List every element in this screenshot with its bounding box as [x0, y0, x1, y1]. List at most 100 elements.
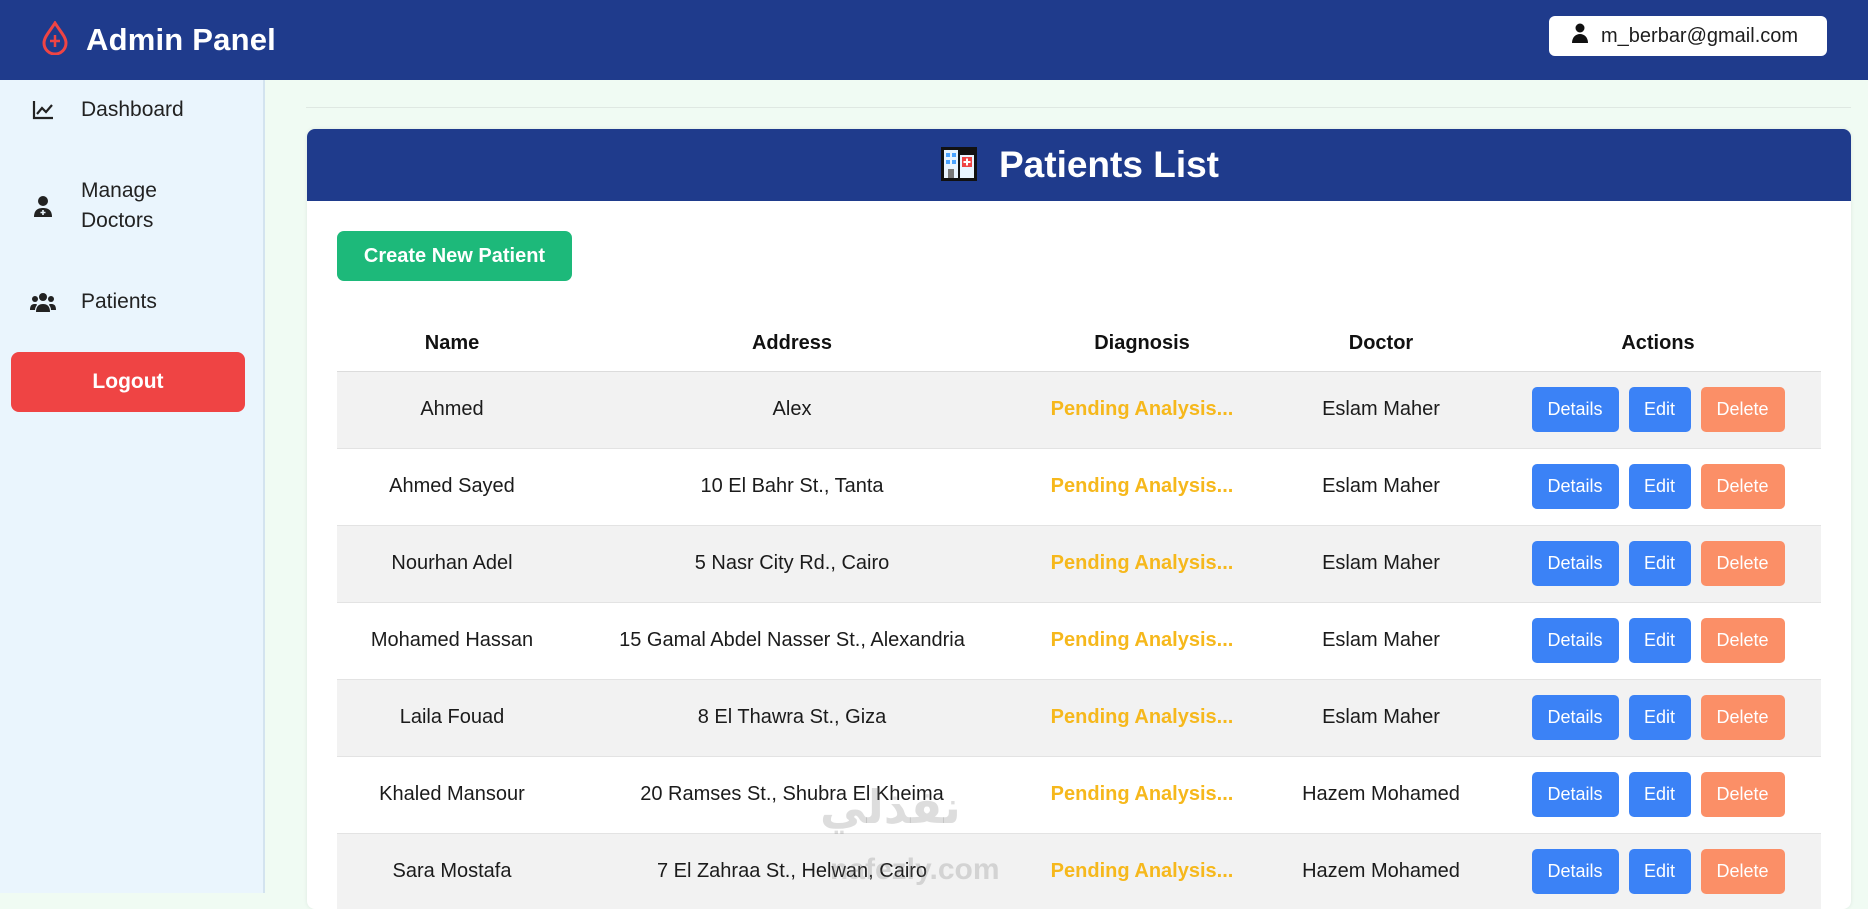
cell-address: 8 El Thawra St., Giza: [567, 679, 1017, 757]
watermark-url: nafezly.com: [830, 853, 1000, 886]
column-header-address: Address: [567, 317, 1017, 372]
user-doctor-icon: [30, 195, 56, 217]
brand[interactable]: Admin Panel: [40, 19, 276, 60]
cell-name: Ahmed: [337, 371, 567, 449]
details-button[interactable]: Details: [1531, 849, 1619, 894]
cell-actions: Details Edit Delete: [1495, 833, 1821, 909]
sidebar-item-label: Manage Doctors: [81, 179, 157, 232]
cell-actions: Details Edit Delete: [1495, 756, 1821, 834]
delete-button[interactable]: Delete: [1700, 849, 1785, 894]
table-row: Laila Fouad 8 El Thawra St., Giza Pendin…: [337, 679, 1821, 757]
row-actions: Details Edit Delete: [1495, 618, 1821, 663]
cell-address: 15 Gamal Abdel Nasser St., Alexandria: [567, 602, 1017, 680]
column-header-name: Name: [337, 317, 567, 372]
details-button[interactable]: Details: [1531, 541, 1619, 586]
users-icon: [30, 292, 56, 312]
sidebar-item-patients[interactable]: Patients: [0, 287, 263, 317]
user-icon: [1571, 23, 1601, 49]
cell-diagnosis: Pending Analysis...: [1017, 833, 1267, 909]
edit-button[interactable]: Edit: [1628, 464, 1691, 509]
blood-drop-icon: [40, 19, 70, 60]
cell-diagnosis: Pending Analysis...: [1017, 371, 1267, 449]
table-row: Ahmed Sayed 10 El Bahr St., Tanta Pendin…: [337, 448, 1821, 526]
column-header-doctor: Doctor: [1267, 317, 1495, 372]
cell-actions: Details Edit Delete: [1495, 448, 1821, 526]
cell-diagnosis: Pending Analysis...: [1017, 756, 1267, 834]
cell-actions: Details Edit Delete: [1495, 679, 1821, 757]
user-email: m_berbar@gmail.com: [1601, 24, 1799, 47]
cell-doctor: Hazem Mohamed: [1267, 756, 1495, 834]
cell-name: Khaled Mansour: [337, 756, 567, 834]
hospital-icon: [939, 143, 999, 188]
cell-address: 5 Nasr City Rd., Cairo: [567, 525, 1017, 603]
column-header-actions: Actions: [1495, 317, 1821, 372]
sidebar: Dashboard Manage Doctors Patients Logout: [0, 80, 265, 893]
details-button[interactable]: Details: [1531, 772, 1619, 817]
cell-address: 20 Ramses St., Shubra El Kheima: [567, 756, 1017, 834]
details-button[interactable]: Details: [1531, 464, 1619, 509]
delete-button[interactable]: Delete: [1700, 541, 1785, 586]
page-title: Patients List: [999, 144, 1219, 185]
cell-doctor: Eslam Maher: [1267, 525, 1495, 603]
create-patient-button[interactable]: Create New Patient: [337, 231, 572, 281]
table-row: Mohamed Hassan 15 Gamal Abdel Nasser St.…: [337, 602, 1821, 680]
row-actions: Details Edit Delete: [1495, 541, 1821, 586]
table-row: Khaled Mansour 20 Ramses St., Shubra El …: [337, 756, 1821, 834]
sidebar-item-dashboard[interactable]: Dashboard: [0, 95, 263, 125]
chart-line-icon: [30, 100, 56, 120]
top-bar: Admin Panel m_berbar@gmail.com: [0, 0, 1868, 80]
row-actions: Details Edit Delete: [1495, 772, 1821, 817]
cell-name: Sara Mostafa: [337, 833, 567, 909]
edit-button[interactable]: Edit: [1628, 849, 1691, 894]
cell-name: Nourhan Adel: [337, 525, 567, 603]
delete-button[interactable]: Delete: [1700, 695, 1785, 740]
cell-actions: Details Edit Delete: [1495, 525, 1821, 603]
edit-button[interactable]: Edit: [1628, 772, 1691, 817]
column-header-diagnosis: Diagnosis: [1017, 317, 1267, 372]
delete-button[interactable]: Delete: [1700, 464, 1785, 509]
cell-name: Mohamed Hassan: [337, 602, 567, 680]
details-button[interactable]: Details: [1531, 695, 1619, 740]
cell-name: Laila Fouad: [337, 679, 567, 757]
cell-doctor: Eslam Maher: [1267, 371, 1495, 449]
cell-doctor: Hazem Mohamed: [1267, 833, 1495, 909]
cell-doctor: Eslam Maher: [1267, 602, 1495, 680]
delete-button[interactable]: Delete: [1700, 387, 1785, 432]
brand-title: Admin Panel: [86, 22, 276, 57]
row-actions: Details Edit Delete: [1495, 695, 1821, 740]
logout-button[interactable]: Logout: [11, 352, 245, 412]
cell-diagnosis: Pending Analysis...: [1017, 679, 1267, 757]
patients-card: Patients List Create New Patient Name Ad…: [307, 129, 1851, 909]
patients-table: Name Address Diagnosis Doctor Actions Ah…: [337, 317, 1821, 909]
cell-doctor: Eslam Maher: [1267, 679, 1495, 757]
table-row: Sara Mostafa 7 El Zahraa St., Helwan, Ca…: [337, 833, 1821, 909]
cell-doctor: Eslam Maher: [1267, 448, 1495, 526]
sidebar-item-label: Dashboard: [81, 98, 184, 121]
row-actions: Details Edit Delete: [1495, 464, 1821, 509]
divider: [306, 107, 1851, 108]
cell-address: 10 El Bahr St., Tanta: [567, 448, 1017, 526]
edit-button[interactable]: Edit: [1628, 541, 1691, 586]
table-row: Ahmed Alex Pending Analysis... Eslam Mah…: [337, 371, 1821, 449]
edit-button[interactable]: Edit: [1628, 618, 1691, 663]
edit-button[interactable]: Edit: [1628, 695, 1691, 740]
delete-button[interactable]: Delete: [1700, 618, 1785, 663]
cell-diagnosis: Pending Analysis...: [1017, 602, 1267, 680]
user-menu[interactable]: m_berbar@gmail.com: [1549, 16, 1827, 56]
sidebar-item-manage-doctors[interactable]: Manage Doctors: [0, 176, 263, 236]
row-actions: Details Edit Delete: [1495, 387, 1821, 432]
cell-actions: Details Edit Delete: [1495, 371, 1821, 449]
cell-diagnosis: Pending Analysis...: [1017, 525, 1267, 603]
cell-diagnosis: Pending Analysis...: [1017, 448, 1267, 526]
table-header-row: Name Address Diagnosis Doctor Actions: [337, 317, 1821, 372]
cell-actions: Details Edit Delete: [1495, 602, 1821, 680]
card-header: Patients List: [307, 129, 1851, 201]
delete-button[interactable]: Delete: [1700, 772, 1785, 817]
details-button[interactable]: Details: [1531, 387, 1619, 432]
details-button[interactable]: Details: [1531, 618, 1619, 663]
cell-address: Alex: [567, 371, 1017, 449]
cell-name: Ahmed Sayed: [337, 448, 567, 526]
row-actions: Details Edit Delete: [1495, 849, 1821, 894]
sidebar-item-label: Patients: [81, 290, 157, 313]
edit-button[interactable]: Edit: [1628, 387, 1691, 432]
